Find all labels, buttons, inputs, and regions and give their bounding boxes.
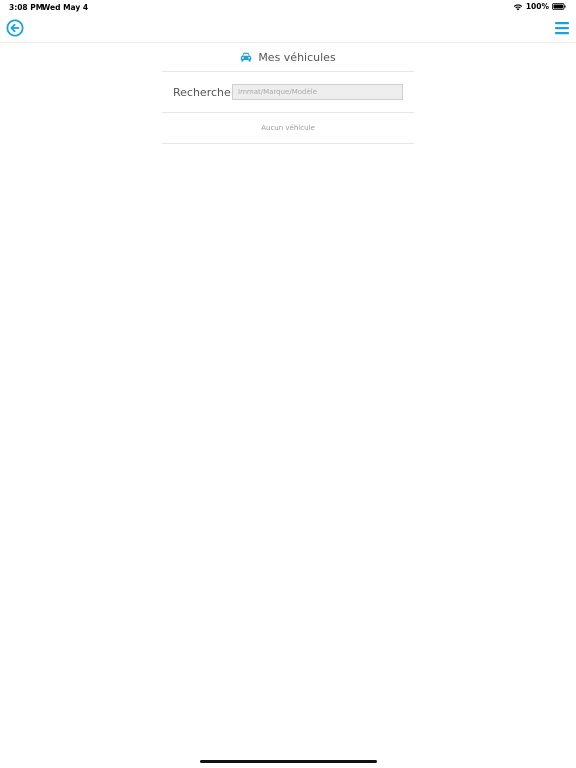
arrow-left-circle-icon [6, 19, 24, 37]
wifi-icon [513, 3, 523, 11]
search-row: Recherche [162, 72, 414, 113]
page-header: Mes véhicules [162, 43, 414, 72]
hamburger-menu-icon [555, 22, 569, 35]
battery-icon [552, 3, 566, 10]
back-button[interactable] [6, 19, 24, 37]
navigation-bar [0, 14, 576, 43]
status-date: Wed May 4 [42, 3, 89, 12]
menu-button[interactable] [554, 19, 570, 37]
empty-state-message: Aucun véhicule [261, 124, 315, 132]
car-icon [241, 52, 252, 62]
status-bar: 3:08 PM Wed May 4 100% [0, 0, 576, 14]
vehicles-panel: Mes véhicules Recherche Aucun véhicule [162, 43, 414, 144]
search-label: Recherche [173, 85, 231, 99]
battery-percentage: 100% [525, 2, 549, 11]
vehicle-list: Aucun véhicule [162, 113, 414, 144]
page-title: Mes véhicules [258, 50, 336, 64]
home-indicator [200, 760, 377, 763]
status-indicators: 100% [513, 2, 566, 11]
search-input[interactable] [232, 84, 403, 100]
status-time: 3:08 PM [9, 3, 44, 12]
